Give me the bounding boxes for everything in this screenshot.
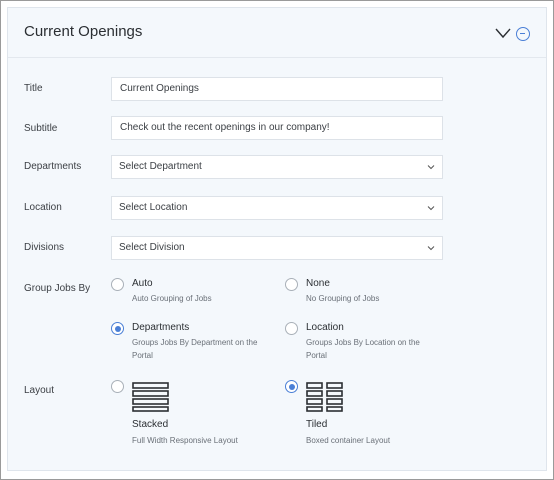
stacked-layout-icon[interactable] <box>132 382 169 412</box>
group-none-radio[interactable] <box>285 278 298 291</box>
group-jobs-by-label: Group Jobs By <box>24 283 91 294</box>
location-select-value: Select Location <box>119 202 188 213</box>
layout-tiled-title: Tiled <box>306 419 328 430</box>
layout-stacked-radio[interactable] <box>111 380 124 393</box>
group-auto-radio[interactable] <box>111 278 124 291</box>
divisions-select-value: Select Division <box>119 242 185 253</box>
title-label: Title <box>24 83 43 94</box>
group-departments-radio[interactable] <box>111 322 124 335</box>
chevron-down-icon <box>427 206 435 211</box>
departments-label: Departments <box>24 161 82 172</box>
departments-select-value: Select Department <box>119 161 202 172</box>
group-none-title: None <box>306 278 330 289</box>
chevron-down-icon[interactable] <box>495 27 511 39</box>
location-select[interactable]: Select Location <box>111 196 443 220</box>
group-departments-desc: Groups Jobs By Department on the Portal <box>132 338 258 360</box>
title-input[interactable]: Current Openings <box>111 77 443 101</box>
panel-header: Current Openings <box>8 8 546 58</box>
panel-title: Current Openings <box>24 23 143 40</box>
layout-stacked-title: Stacked <box>132 419 169 430</box>
chevron-down-icon <box>427 246 435 251</box>
layout-stacked-desc: Full Width Responsive Layout <box>132 436 238 445</box>
layout-tiled-desc: Boxed container Layout <box>306 436 391 445</box>
window-frame: Current Openings Title Current Openings … <box>0 0 554 480</box>
group-location-radio[interactable] <box>285 322 298 335</box>
departments-select[interactable]: Select Department <box>111 155 443 179</box>
divisions-select[interactable]: Select Division <box>111 236 443 260</box>
chevron-down-icon <box>427 165 435 170</box>
subtitle-input[interactable]: Check out the recent openings in our com… <box>111 116 443 140</box>
group-location-title: Location <box>306 322 344 333</box>
group-auto-title: Auto <box>132 278 153 289</box>
group-departments-title: Departments <box>132 322 190 333</box>
divisions-label: Divisions <box>24 242 65 253</box>
group-none-desc: No Grouping of Jobs <box>306 294 380 303</box>
location-label: Location <box>24 202 62 213</box>
layout-label: Layout <box>24 385 55 396</box>
group-auto-desc: Auto Grouping of Jobs <box>132 294 212 303</box>
group-location-desc: Groups Jobs By Location on the Portal <box>306 338 420 360</box>
layout-tiled-radio[interactable] <box>285 380 298 393</box>
tiled-layout-icon[interactable] <box>306 382 343 412</box>
subtitle-label: Subtitle <box>24 123 58 134</box>
settings-panel: Current Openings Title Current Openings … <box>7 7 547 471</box>
collapse-icon[interactable] <box>516 27 530 41</box>
